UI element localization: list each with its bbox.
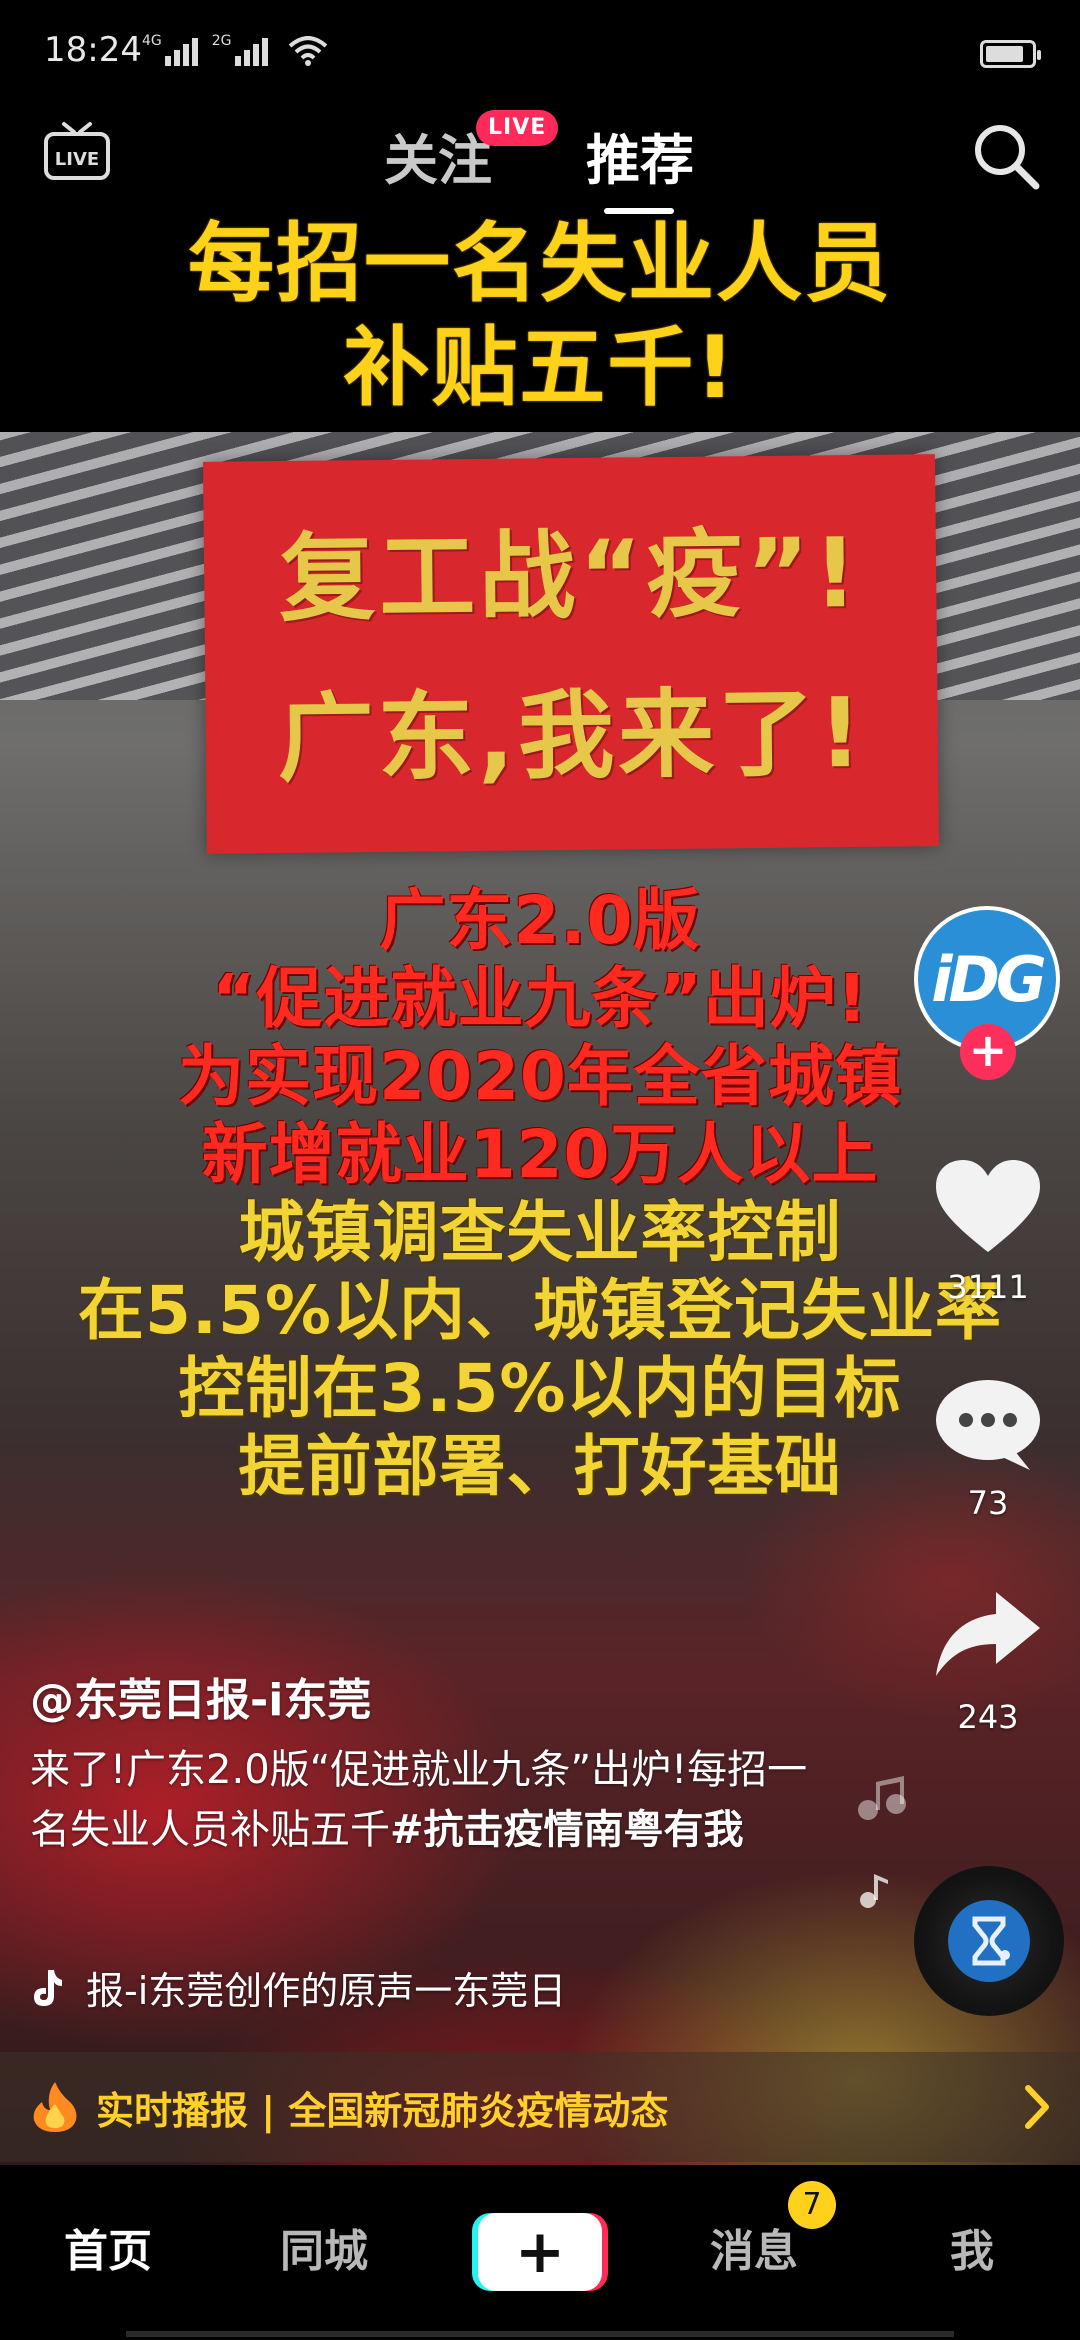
live-badge: LIVE: [476, 110, 559, 146]
heart-icon: [936, 1160, 1040, 1252]
signal-4g: 4G: [142, 34, 198, 66]
status-network: 4G 2G: [142, 34, 328, 66]
status-bar: 18:24 4G 2G: [0, 0, 1080, 110]
music-title: 报-i东莞创作的原声一东莞日: [86, 1969, 567, 2013]
video-top-caption-line: 补贴五千!: [343, 318, 737, 418]
wifi-icon: [288, 36, 327, 66]
banner-line: 广东,我来了!: [277, 676, 867, 796]
like-button[interactable]: 3111: [930, 1158, 1046, 1306]
signal-2g: 2G: [212, 34, 268, 66]
follow-plus-button[interactable]: +: [960, 1024, 1016, 1080]
music-notes-icon: [858, 1776, 906, 1908]
video-red-banner: 复工战“疫”! 广东,我来了!: [202, 454, 940, 854]
music-disc-cover: [948, 1900, 1030, 1982]
comment-bubble-icon: [936, 1380, 1040, 1470]
overlay-line: 在5.5%以内、城镇登记失业率: [77, 1272, 1003, 1349]
music-disc[interactable]: [914, 1866, 1064, 2016]
author-handle[interactable]: @东莞日报-i东莞: [30, 1664, 371, 1728]
top-nav: LIVE 关注 LIVE 推荐: [0, 110, 1080, 220]
overlay-line: 城镇调查失业率控制: [238, 1194, 842, 1271]
nav-messages[interactable]: 消息: [710, 2215, 798, 2279]
messages-badge: 7: [788, 2181, 836, 2229]
overlay-line: 提前部署、打好基础: [238, 1428, 842, 1505]
live-tv-icon[interactable]: LIVE: [42, 118, 112, 184]
like-count: 3111: [947, 1268, 1029, 1306]
comment-button[interactable]: 73: [930, 1374, 1046, 1522]
banner-line: 复工战“疫”!: [278, 516, 862, 636]
signal-bars-icon: [164, 38, 198, 66]
network-label: 2G: [211, 33, 232, 49]
chevron-right-icon: [1025, 2085, 1049, 2129]
bottom-nav: 首页 同城 + 消息 7 我: [0, 2165, 1080, 2340]
video-top-caption: 每招一名失业人员 补贴五千!: [0, 212, 1080, 420]
signal-bars-icon: [234, 38, 268, 66]
create-button[interactable]: +: [478, 2213, 602, 2291]
battery-fill: [986, 46, 1023, 62]
battery-icon: [980, 40, 1041, 68]
music-info[interactable]: 报-i东莞创作的原声一东莞日: [30, 1960, 606, 2015]
tiktok-note-icon: [34, 1969, 62, 2006]
network-label: 4G: [142, 33, 162, 49]
avatar-logo-text: iDG: [931, 942, 1047, 1016]
overlay-line: 控制在3.5%以内的目标: [178, 1350, 902, 1427]
share-arrow-icon: [936, 1592, 1040, 1676]
video-top-caption-line: 每招一名失业人员: [188, 214, 892, 314]
status-time: 18:24: [44, 30, 142, 70]
overlay-line: 为实现2020年全省城镇: [178, 1038, 902, 1115]
tab-recommend[interactable]: 推荐: [586, 116, 694, 195]
nav-nearby[interactable]: 同城: [280, 2215, 368, 2279]
live-icon-label: LIVE: [55, 149, 99, 170]
music-cover-logo-icon: [972, 1916, 1010, 1966]
live-banner-text: 实时播报 | 全国新冠肺炎疫情动态: [96, 2088, 669, 2133]
search-icon[interactable]: [966, 116, 1044, 194]
active-tab-indicator: [604, 208, 674, 214]
share-button[interactable]: 243: [930, 1588, 1046, 1736]
gesture-bar: [126, 2331, 954, 2337]
overlay-line: 广东2.0版: [379, 882, 701, 959]
overlay-line: 新增就业120万人以上: [201, 1116, 879, 1193]
nav-me[interactable]: 我: [950, 2215, 994, 2279]
share-count: 243: [957, 1698, 1019, 1736]
live-report-banner[interactable]: 实时播报 | 全国新冠肺炎疫情动态: [0, 2052, 1080, 2162]
video-description: 来了!广东2.0版“促进就业九条”出炉!每招一名失业人员补贴五千#抗击疫情南粤有…: [30, 1740, 810, 1860]
nav-home[interactable]: 首页: [64, 2215, 152, 2279]
hashtag-link[interactable]: #抗击疫情南粤有我: [390, 1807, 744, 1853]
comment-count: 73: [967, 1484, 1009, 1522]
flame-icon: [33, 2082, 77, 2132]
